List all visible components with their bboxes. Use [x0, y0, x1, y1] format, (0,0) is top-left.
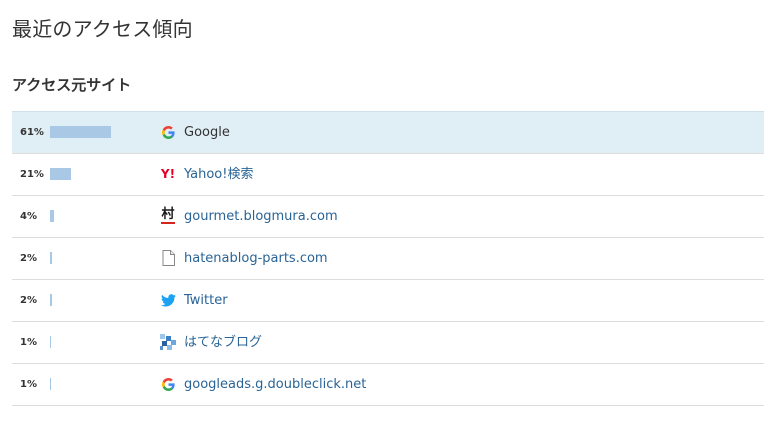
share-bar [50, 168, 71, 180]
google-icon [160, 376, 176, 392]
page-title: 最近のアクセス傾向 [12, 17, 193, 41]
referrer-list: 61% Google 21% Y! Yahoo!検索 4% 村 gourmet.… [12, 111, 764, 406]
referrer-row-doubleclick[interactable]: 1% googleads.g.doubleclick.net [12, 364, 764, 406]
referrer-row-twitter[interactable]: 2% Twitter [12, 280, 764, 322]
share-bar [50, 252, 52, 264]
share-bar-track [50, 336, 150, 348]
google-icon [160, 124, 176, 140]
percent-label: 1% [20, 379, 37, 390]
percent-label: 2% [20, 295, 37, 306]
blogmura-icon: 村 [161, 207, 175, 224]
referrer-row-yahoo[interactable]: 21% Y! Yahoo!検索 [12, 154, 764, 196]
twitter-icon [160, 292, 176, 308]
percent-label: 4% [20, 211, 37, 222]
referrer-row-blogmura[interactable]: 4% 村 gourmet.blogmura.com [12, 196, 764, 238]
share-bar [50, 126, 111, 138]
yahoo-icon: Y! [160, 167, 176, 181]
referrer-row-hatenablog[interactable]: 1% はてなブログ [12, 322, 764, 364]
site-link[interactable]: Google [184, 112, 230, 153]
percent-label: 61% [20, 127, 44, 138]
share-bar-track [50, 126, 150, 138]
hatena-icon [160, 334, 176, 350]
share-bar [50, 378, 51, 390]
site-link[interactable]: gourmet.blogmura.com [184, 196, 338, 237]
share-bar [50, 336, 51, 348]
share-bar [50, 210, 54, 222]
site-link[interactable]: hatenablog-parts.com [184, 238, 328, 279]
share-bar-track [50, 294, 150, 306]
percent-label: 1% [20, 337, 37, 348]
site-link[interactable]: googleads.g.doubleclick.net [184, 364, 366, 405]
referrer-row-google[interactable]: 61% Google [12, 111, 764, 154]
percent-label: 21% [20, 169, 44, 180]
document-icon [160, 250, 176, 266]
referrer-row-hatenablog-parts[interactable]: 2% hatenablog-parts.com [12, 238, 764, 280]
share-bar-track [50, 210, 150, 222]
site-link[interactable]: Yahoo!検索 [184, 154, 253, 195]
share-bar-track [50, 168, 150, 180]
share-bar-track [50, 378, 150, 390]
site-link[interactable]: はてなブログ [184, 322, 262, 363]
share-bar [50, 294, 52, 306]
section-title: アクセス元サイト [12, 76, 132, 94]
percent-label: 2% [20, 253, 37, 264]
share-bar-track [50, 252, 150, 264]
site-link[interactable]: Twitter [184, 280, 228, 321]
